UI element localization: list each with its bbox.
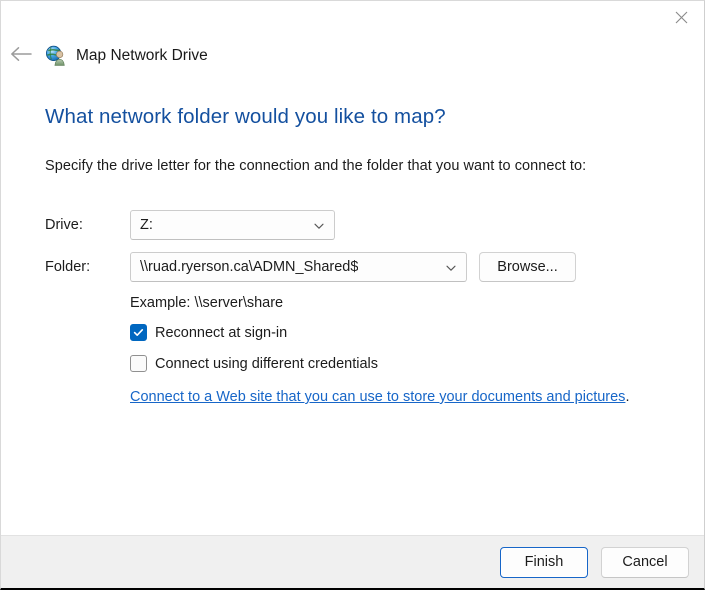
web-link-trailing-period: .: [625, 389, 629, 405]
close-icon: [675, 11, 688, 24]
connect-to-website-link[interactable]: Connect to a Web site that you can use t…: [130, 389, 625, 405]
folder-path-value: \\ruad.ryerson.ca\ADMN_Shared$: [131, 259, 358, 275]
reconnect-at-signin-label: Reconnect at sign-in: [155, 325, 287, 341]
example-hint: Example: \\server\share: [130, 295, 660, 311]
dialog-footer: Finish Cancel: [1, 535, 704, 588]
cancel-button[interactable]: Cancel: [601, 547, 689, 578]
page-title: What network folder would you like to ma…: [45, 96, 660, 129]
drive-letter-select[interactable]: Z:: [130, 210, 335, 240]
navigation-row: Map Network Drive: [1, 39, 208, 73]
back-button[interactable]: [1, 39, 41, 73]
reconnect-at-signin-row[interactable]: Reconnect at sign-in: [130, 324, 660, 341]
back-arrow-icon: [10, 46, 32, 67]
map-network-drive-dialog: Map Network Drive What network folder wo…: [0, 0, 705, 590]
map-drive-form: Drive: Z: Folder: \\ruad.ryerson.ca\ADMN…: [45, 210, 660, 406]
different-credentials-checkbox[interactable]: [130, 355, 147, 372]
drive-letter-value: Z:: [131, 217, 153, 233]
page-subtitle: Specify the drive letter for the connect…: [45, 129, 660, 174]
drive-row: Drive: Z:: [45, 210, 660, 240]
close-button[interactable]: [658, 1, 704, 33]
window-title: Map Network Drive: [76, 47, 208, 65]
network-drive-globe-icon: [45, 45, 67, 67]
chevron-down-icon: [313, 219, 325, 231]
browse-button[interactable]: Browse...: [479, 252, 576, 282]
finish-button[interactable]: Finish: [500, 547, 588, 578]
title-bar: [1, 1, 704, 33]
dialog-content: What network folder would you like to ma…: [1, 96, 704, 533]
folder-label: Folder:: [45, 259, 130, 275]
folder-path-input[interactable]: \\ruad.ryerson.ca\ADMN_Shared$: [130, 252, 467, 282]
different-credentials-row[interactable]: Connect using different credentials: [130, 355, 660, 372]
drive-label: Drive:: [45, 217, 130, 233]
different-credentials-label: Connect using different credentials: [155, 356, 378, 372]
web-link-row: Connect to a Web site that you can use t…: [130, 372, 660, 406]
folder-row: Folder: \\ruad.ryerson.ca\ADMN_Shared$ B…: [45, 252, 660, 282]
chevron-down-icon: [445, 261, 457, 273]
reconnect-at-signin-checkbox[interactable]: [130, 324, 147, 341]
